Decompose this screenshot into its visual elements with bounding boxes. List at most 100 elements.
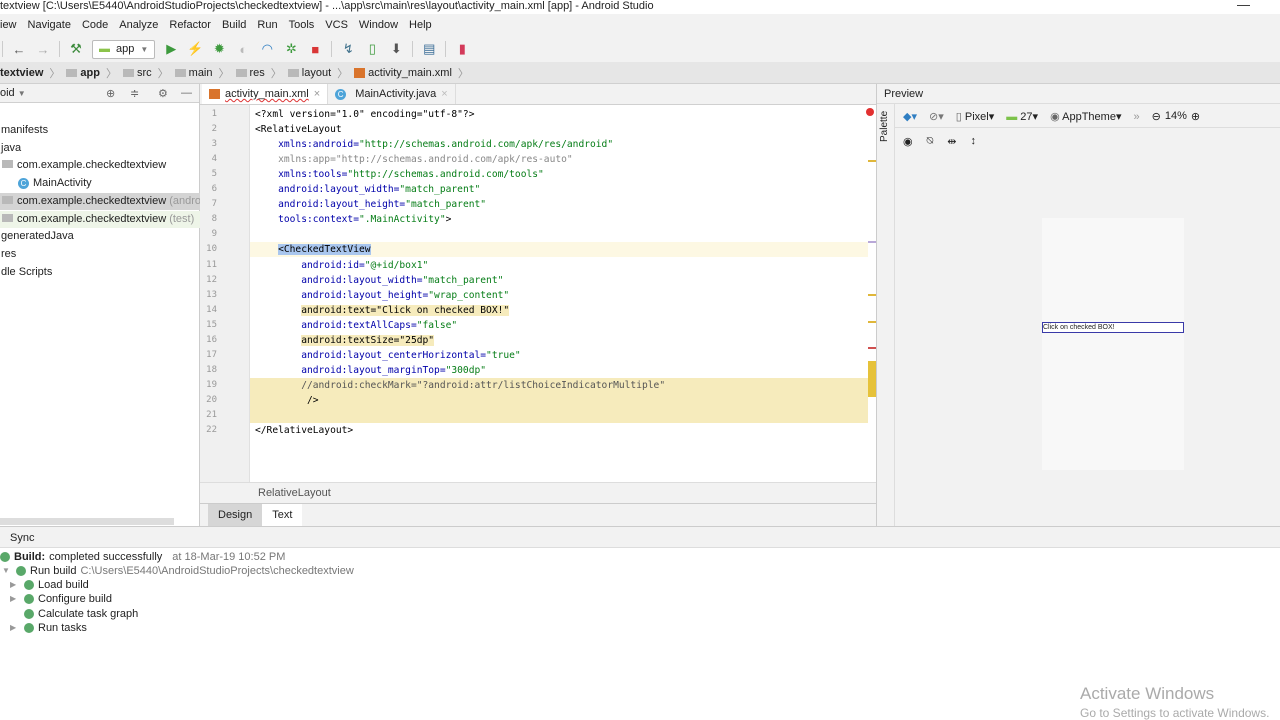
menu-run[interactable]: Run — [257, 15, 277, 35]
build-status-row[interactable]: Build: completed successfully at 18-Mar-19… — [0, 550, 285, 564]
project-tree-item[interactable]: generatedJava — [0, 228, 200, 245]
attach-debugger-icon[interactable]: ◐ — [235, 42, 251, 57]
minimize-button[interactable]: — — [1237, 0, 1250, 11]
run-config-select[interactable]: ▬ app ▼ — [92, 39, 156, 59]
project-structure-icon[interactable]: ▤ — [421, 41, 437, 57]
constraints-off-icon[interactable]: ⍉ — [927, 135, 934, 148]
tab-activity-main-xml[interactable]: activity_main.xml × — [202, 84, 329, 104]
layers-icon[interactable]: ◆▾ — [903, 110, 917, 123]
editor-breadcrumb[interactable]: RelativeLayout — [200, 482, 876, 502]
tab-sync[interactable]: Sync — [0, 526, 1280, 548]
make-project-hammer-icon[interactable]: ⚒ — [68, 41, 84, 57]
debug-icon[interactable]: ✹ — [211, 41, 227, 57]
locate-icon[interactable]: ⊕ — [106, 87, 115, 100]
breadcrumb-res[interactable]: res — [235, 67, 265, 79]
code-line: <RelativeLayout — [255, 124, 342, 136]
device-file-explorer-icon[interactable]: ▮ — [454, 41, 470, 57]
editor-mode-tabs: Design Text — [200, 503, 876, 526]
close-icon[interactable]: × — [314, 88, 320, 100]
run-build-row[interactable]: ▼ Run build C:\Users\E5440\AndroidStudioPr… — [2, 564, 354, 578]
build-task-row[interactable]: ▶ Run tasks — [10, 621, 87, 635]
device-preview[interactable]: Click on checked BOX! — [1042, 218, 1184, 470]
back-icon[interactable]: ← — [11, 42, 27, 57]
more-icon[interactable]: » — [1133, 111, 1139, 123]
breadcrumb-layout[interactable]: layout — [287, 67, 331, 79]
collapse-all-icon[interactable]: ≑ — [130, 87, 139, 100]
menu-bar: iew Navigate Code Analyze Refactor Build… — [0, 15, 1280, 35]
error-indicator-icon[interactable] — [866, 108, 874, 116]
menu-analyze[interactable]: Analyze — [119, 15, 158, 35]
project-tree-item[interactable]: com.example.checkedtextview (test) — [0, 210, 200, 228]
breadcrumb-file[interactable]: activity_main.xml — [354, 67, 452, 79]
profile-icon[interactable]: ◠ — [259, 41, 275, 57]
zoom-in-icon[interactable]: ⊕ — [1191, 110, 1200, 123]
project-tree-item[interactable]: com.example.checkedtextview(androidTest) — [0, 192, 200, 210]
expand-horizontal-icon[interactable]: ⇹ — [947, 135, 956, 148]
success-icon — [24, 622, 34, 633]
apply-changes-icon[interactable]: ⚡ — [187, 41, 203, 57]
breadcrumb-main[interactable]: main — [174, 67, 213, 79]
avd-manager-icon[interactable]: ▯ — [364, 41, 380, 57]
api-level-select[interactable]: ▬ 27▾ — [1006, 110, 1038, 123]
breadcrumb-project[interactable]: textview — [0, 67, 43, 79]
project-view-select[interactable]: oid ▼ — [0, 87, 26, 99]
run-icon[interactable]: ▶ — [163, 41, 179, 57]
line-number: 11 — [206, 259, 217, 270]
menu-view[interactable]: iew — [0, 15, 17, 35]
code-line: android:text="Click on checked BOX!" — [301, 304, 510, 316]
orientation-icon[interactable]: ⊘▾ — [929, 110, 944, 123]
menu-build[interactable]: Build — [222, 15, 246, 35]
project-tree-item[interactable]: dle Scripts — [0, 264, 200, 281]
theme-select[interactable]: ◉ AppTheme▾ — [1050, 110, 1121, 123]
project-tree-item[interactable]: C MainActivity — [0, 175, 200, 192]
menu-refactor[interactable]: Refactor — [169, 15, 211, 35]
attach-process-icon[interactable]: ✲ — [283, 41, 299, 57]
forward-icon[interactable]: → — [35, 42, 51, 57]
menu-window[interactable]: Window — [359, 15, 398, 35]
device-select[interactable]: ▯ Pixel▾ — [956, 110, 995, 123]
build-task-row[interactable]: Calculate task graph — [10, 607, 138, 621]
menu-navigate[interactable]: Navigate — [28, 15, 71, 35]
tab-design[interactable]: Design — [208, 504, 263, 526]
theme-icon: ◉ — [1050, 111, 1060, 123]
stop-icon[interactable]: ■ — [307, 42, 323, 57]
line-number: 19 — [206, 379, 217, 390]
menu-tools[interactable]: Tools — [289, 15, 315, 35]
line-number: 8 — [211, 214, 217, 225]
code-editor[interactable]: 1 2 3 4 5 6 7 8 9 10 11 12 13 14 15 16 17 18 19 20 21 22 <?xm… — [200, 105, 876, 482]
tab-mainactivity-java[interactable]: C MainActivity.java × — [328, 84, 456, 104]
project-panel: oid ▼ ⊕ ≑ ⚙ — manifests java com.example.c… — [0, 84, 200, 526]
eye-icon[interactable]: ◉ — [903, 135, 913, 148]
menu-vcs[interactable]: VCS — [325, 15, 348, 35]
sync-gradle-icon[interactable]: ↯ — [340, 41, 356, 57]
code-line: android:layout_width="match_parent" — [255, 184, 481, 196]
success-icon — [24, 608, 34, 619]
folder-icon — [235, 68, 247, 77]
line-number: 14 — [206, 304, 217, 315]
breadcrumb-app[interactable]: app — [66, 67, 100, 79]
build-task-row[interactable]: ▶ Configure build — [10, 592, 112, 606]
tab-text[interactable]: Text — [262, 504, 303, 526]
zoom-out-icon[interactable]: ⊖ — [1152, 110, 1161, 123]
sdk-manager-icon[interactable]: ⬇ — [388, 41, 404, 57]
checked-text-view-preview[interactable]: Click on checked BOX! — [1042, 322, 1184, 333]
palette-side-tab[interactable]: Palette — [877, 104, 895, 526]
menu-code[interactable]: Code — [82, 15, 108, 35]
project-tree-item[interactable]: manifests — [0, 122, 200, 139]
expand-vertical-icon[interactable]: ↕ — [970, 135, 976, 147]
horizontal-scrollbar[interactable] — [0, 518, 174, 525]
close-icon[interactable]: × — [441, 88, 447, 100]
gear-icon[interactable]: ⚙ — [158, 87, 168, 100]
success-icon — [24, 594, 34, 605]
project-tree-item[interactable]: res — [0, 246, 200, 263]
project-tree-item[interactable]: java — [0, 140, 200, 157]
window-title: textview [C:\Users\E5440\AndroidStudioPr… — [0, 0, 654, 12]
menu-help[interactable]: Help — [409, 15, 432, 35]
hide-icon[interactable]: — — [181, 87, 192, 99]
expand-arrow-icon: ▶ — [10, 580, 17, 589]
build-task-row[interactable]: ▶ Load build — [10, 578, 89, 592]
breadcrumb-src[interactable]: src — [122, 67, 152, 79]
project-tree-item[interactable]: com.example.checkedtextview — [0, 157, 200, 174]
line-gutter: 1 2 3 4 5 6 7 8 9 10 11 12 13 14 15 16 17 18 19 20 21 22 — [200, 105, 250, 482]
folder-icon — [287, 68, 299, 77]
